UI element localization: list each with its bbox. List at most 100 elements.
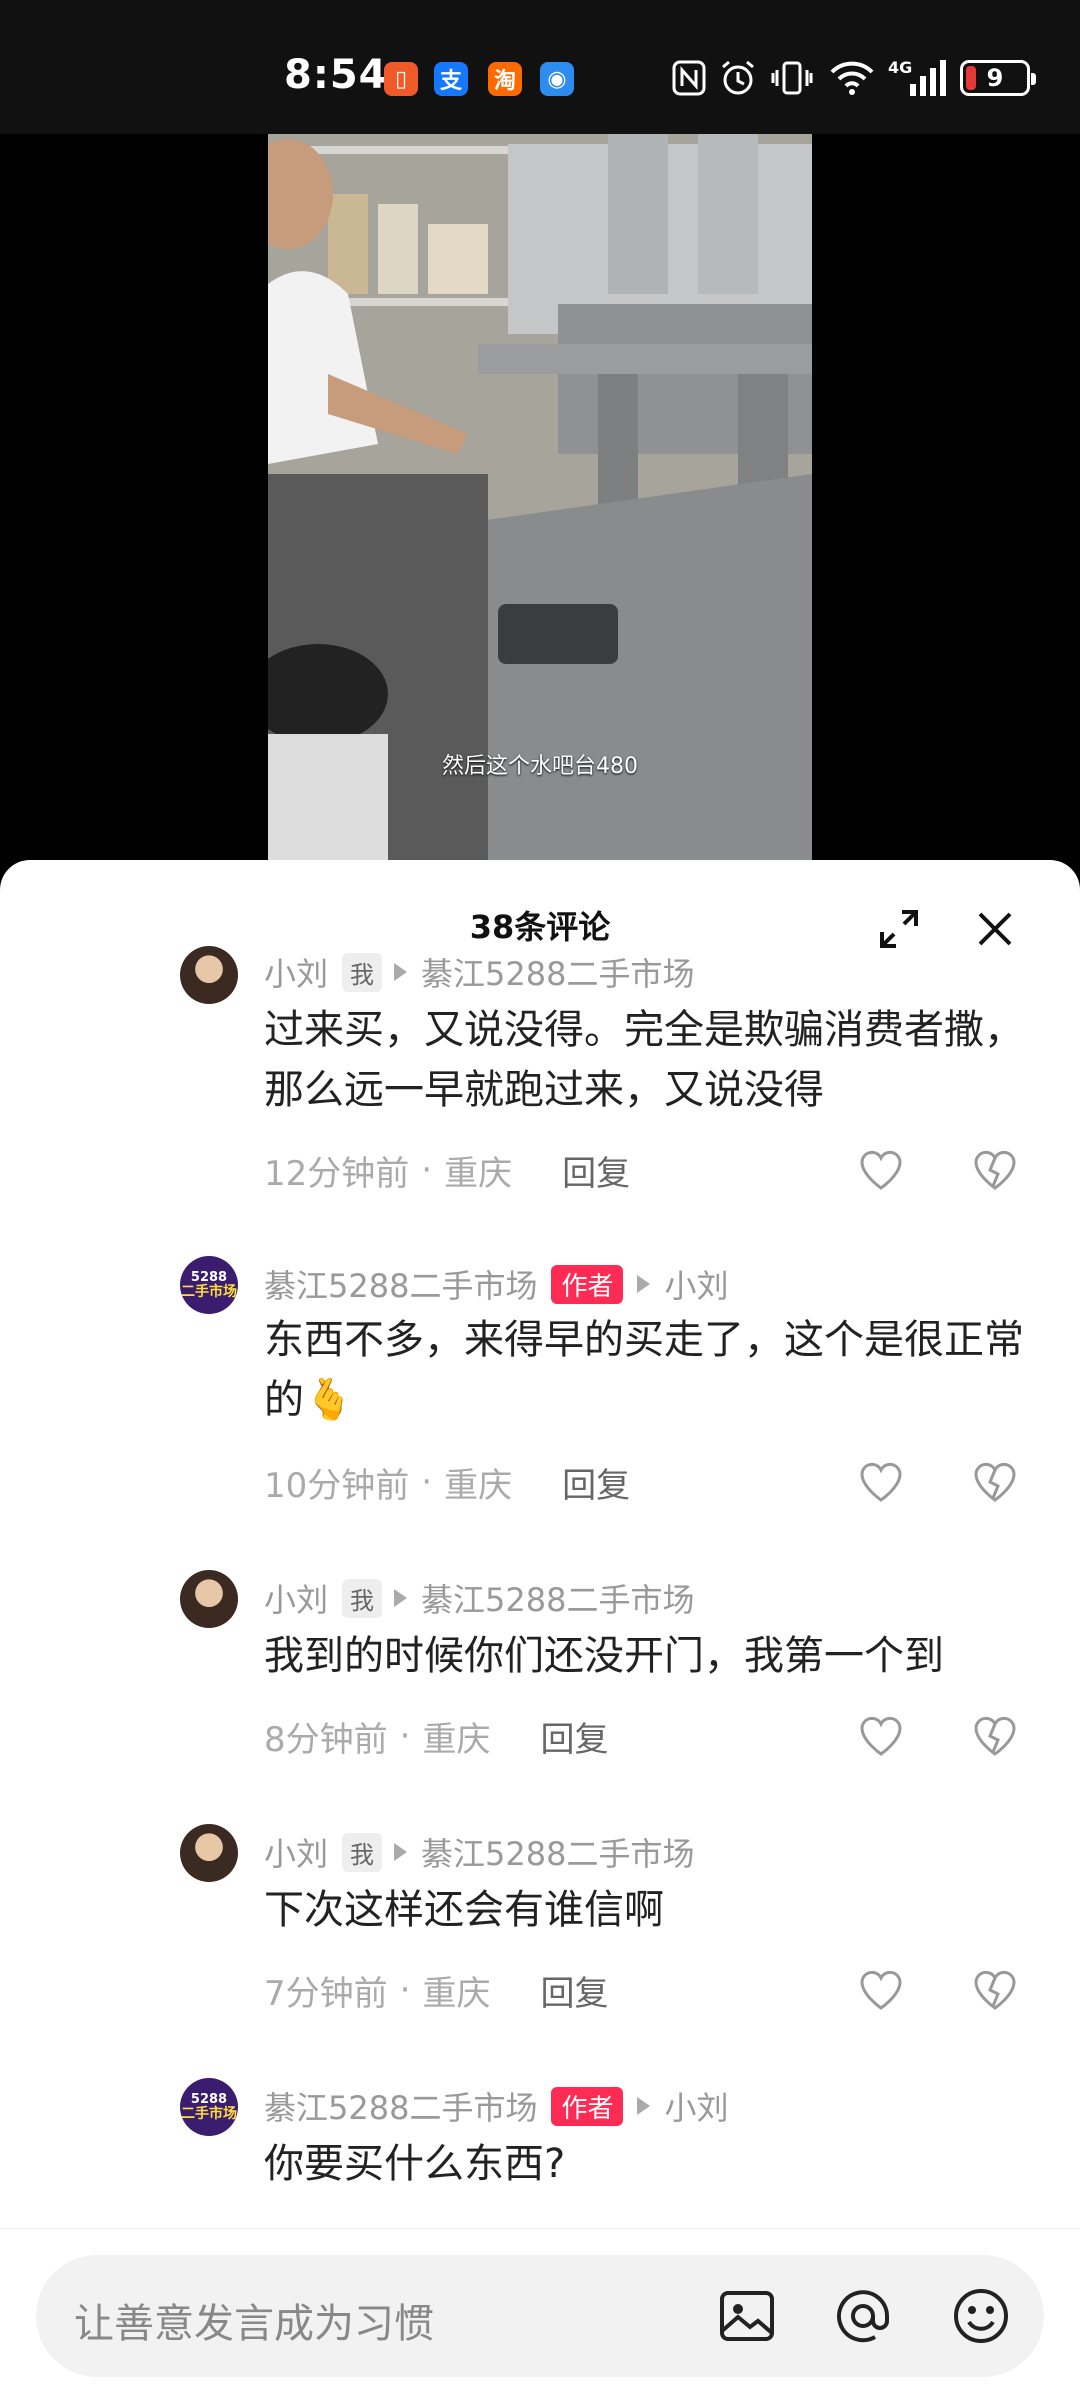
- close-icon: [978, 912, 1012, 946]
- comment-item[interactable]: 小刘 我 綦江5288二手市场 下次这样还会有谁信啊 7分钟前 · 重庆 回复: [0, 1824, 1080, 2064]
- reply-button[interactable]: 回复: [540, 1712, 608, 1761]
- comment-text: 我到的时候你们还没开门，我第一个到: [264, 1633, 944, 1679]
- comment-item[interactable]: 小刘 我 綦江5288二手市场 过来买，又说没得。完全是欺骗消费者撒，那么远一早…: [0, 946, 1080, 1212]
- reply-to-username[interactable]: 綦江5288二手市场: [421, 1829, 694, 1875]
- comment-text: 下次这样还会有谁信啊: [264, 1887, 664, 1933]
- me-badge: 我: [342, 1578, 383, 1618]
- video-frame[interactable]: 然后这个水吧台480: [268, 134, 812, 864]
- battery-level: 9: [986, 64, 1004, 92]
- image-icon: [720, 2291, 774, 2341]
- dislike-button[interactable]: [972, 1148, 1018, 1192]
- video-player[interactable]: 然后这个水吧台480: [0, 134, 1080, 864]
- app-notification-icon: ▯: [384, 62, 418, 96]
- comment-location: 重庆: [422, 1719, 491, 1760]
- dislike-button[interactable]: [972, 1460, 1018, 1504]
- avatar-text-2: 二手市场: [181, 2106, 237, 2122]
- expand-button[interactable]: [876, 906, 922, 952]
- comment-time: 12分钟前: [264, 1153, 410, 1194]
- avatar-text-1: 5288: [190, 2092, 228, 2107]
- separator-dot: ·: [421, 1150, 433, 1190]
- mention-button[interactable]: [832, 2285, 894, 2347]
- comment-text: 过来买，又说没得。完全是欺骗消费者撒，那么远一早就跑过来，又说没得: [264, 1007, 1024, 1113]
- reply-to-username[interactable]: 小刘: [664, 2083, 728, 2129]
- alipay-icon: 支: [434, 62, 468, 96]
- comment-footer: 7分钟前 · 重庆 回复: [264, 1966, 608, 2015]
- reply-arrow-icon: [394, 1589, 408, 1607]
- comment-input[interactable]: 让善意发言成为习惯: [36, 2255, 1044, 2377]
- comment-username[interactable]: 小刘: [264, 1575, 328, 1621]
- vibrate-icon: [770, 58, 814, 98]
- network-type: 4G: [888, 58, 913, 77]
- reply-button[interactable]: 回复: [562, 1146, 630, 1195]
- comment-footer: 8分钟前 · 重庆 回复: [264, 1712, 608, 1761]
- image-button[interactable]: [716, 2285, 778, 2347]
- status-bar: 8:54 ▯ 支 淘 ◉ 4G 9: [0, 0, 1080, 134]
- me-badge: 我: [342, 952, 383, 992]
- author-badge: 作者: [551, 1264, 624, 1304]
- battery-indicator: 9: [960, 60, 1036, 96]
- reply-button[interactable]: 回复: [540, 1966, 608, 2015]
- broken-heart-icon: [974, 1970, 1016, 2010]
- reply-to-username[interactable]: 小刘: [664, 1261, 728, 1307]
- cellular-signal-icon: 4G: [886, 58, 950, 98]
- reply-button[interactable]: 回复: [562, 1458, 630, 1507]
- comment-footer: 12分钟前 · 重庆 回复: [264, 1146, 630, 1195]
- comment-item[interactable]: 5288 二手市场 綦江5288二手市场 作者 小刘 东西不多，来得早的买走了，…: [0, 1256, 1080, 1556]
- expand-icon: [880, 910, 918, 948]
- wifi-icon: [828, 58, 876, 98]
- reply-to-username[interactable]: 綦江5288二手市场: [421, 1575, 694, 1621]
- comment-item[interactable]: 5288 二手市场 綦江5288二手市场 作者 小刘 你要买什么东西?: [0, 2078, 1080, 2218]
- heart-icon: [860, 1716, 902, 1756]
- like-button[interactable]: [858, 1714, 904, 1758]
- emoji-button[interactable]: [950, 2285, 1012, 2347]
- heart-icon: [860, 1970, 902, 2010]
- reply-to-username[interactable]: 綦江5288二手市场: [421, 949, 694, 995]
- avatar[interactable]: 5288 二手市场: [180, 1256, 238, 1314]
- reply-arrow-icon: [394, 963, 408, 981]
- avatar-text-2: 二手市场: [181, 1284, 237, 1300]
- separator-dot: ·: [399, 1716, 411, 1756]
- broken-heart-icon: [974, 1462, 1016, 1502]
- comment-username[interactable]: 小刘: [264, 1829, 328, 1875]
- comment-text: 东西不多，来得早的买走了，这个是很正常的🫰: [264, 1317, 1024, 1423]
- alarm-icon: [718, 58, 758, 98]
- comment-meta: 小刘 我 綦江5288二手市场: [264, 1829, 694, 1875]
- avatar[interactable]: 5288 二手市场: [180, 2078, 238, 2136]
- comment-meta: 綦江5288二手市场 作者 小刘: [264, 1261, 728, 1307]
- comment-username[interactable]: 綦江5288二手市场: [264, 1261, 537, 1307]
- comment-input-bar: 让善意发言成为习惯: [0, 2228, 1080, 2401]
- comment-item[interactable]: 小刘 我 綦江5288二手市场 我到的时候你们还没开门，我第一个到 8分钟前 ·…: [0, 1570, 1080, 1810]
- reply-arrow-icon: [637, 1275, 651, 1293]
- comment-username[interactable]: 綦江5288二手市场: [264, 2083, 537, 2129]
- separator-dot: ·: [421, 1462, 433, 1502]
- reply-arrow-icon: [637, 2097, 651, 2115]
- avatar[interactable]: [180, 946, 238, 1004]
- like-button[interactable]: [858, 1148, 904, 1192]
- broken-heart-icon: [974, 1716, 1016, 1756]
- dislike-button[interactable]: [972, 1714, 1018, 1758]
- like-button[interactable]: [858, 1460, 904, 1504]
- broken-heart-icon: [974, 1150, 1016, 1190]
- comment-location: 重庆: [422, 1973, 491, 2014]
- emoji-icon: [954, 2289, 1008, 2343]
- comment-time: 10分钟前: [264, 1465, 410, 1506]
- at-mention-icon: [837, 2290, 889, 2343]
- comment-time: 7分钟前: [264, 1973, 388, 2014]
- heart-icon: [860, 1150, 902, 1190]
- close-button[interactable]: [972, 906, 1018, 952]
- taobao-icon: 淘: [488, 62, 522, 96]
- avatar[interactable]: [180, 1824, 238, 1882]
- comments-panel: 38条评论 小刘 我 綦江5288二手市场 过来买，又说没得。完全是欺骗消费者撒…: [0, 860, 1080, 2400]
- separator-dot: ·: [399, 1970, 411, 2010]
- nfc-icon: [670, 58, 708, 98]
- dislike-button[interactable]: [972, 1968, 1018, 2012]
- reply-arrow-icon: [394, 1843, 408, 1861]
- like-button[interactable]: [858, 1968, 904, 2012]
- avatar[interactable]: [180, 1570, 238, 1628]
- author-badge: 作者: [551, 2086, 624, 2126]
- browser-icon: ◉: [540, 62, 574, 96]
- avatar-text-1: 5288: [190, 1270, 228, 1285]
- comment-footer: 10分钟前 · 重庆 回复: [264, 1458, 630, 1507]
- video-subtitle: 然后这个水吧台480: [442, 754, 638, 779]
- comment-username[interactable]: 小刘: [264, 949, 328, 995]
